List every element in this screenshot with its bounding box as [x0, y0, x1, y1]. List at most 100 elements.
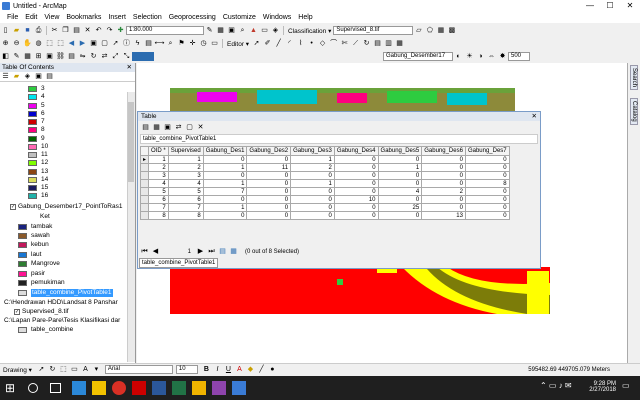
next-record-icon[interactable]: ▶ — [196, 247, 205, 256]
create-viewer-icon[interactable]: ▭ — [210, 39, 219, 48]
pan-icon[interactable]: ✋ — [23, 39, 32, 48]
fill-color-icon[interactable]: ◆ — [246, 365, 255, 374]
layer-combo[interactable]: Gabung_Desember17 — [383, 52, 453, 61]
arctoolbox-icon[interactable]: ▲ — [249, 26, 258, 35]
toc-point-class-item[interactable]: sawah — [18, 232, 50, 240]
table-cell[interactable]: 0 — [202, 211, 248, 220]
row-selector[interactable]: ▸ — [139, 155, 150, 164]
zoom-out-icon[interactable]: ⊖ — [12, 39, 21, 48]
toc-icon[interactable]: ▦ — [216, 26, 225, 35]
menu-windows[interactable]: Windows — [263, 14, 291, 21]
table-cell[interactable]: 0 — [464, 195, 510, 204]
rectify-icon[interactable]: ▣ — [45, 52, 54, 61]
rectangle-icon[interactable]: ▭ — [70, 365, 79, 374]
table-cell[interactable]: 0 — [464, 163, 510, 172]
column-header[interactable]: Gabung_Des2 — [246, 146, 292, 156]
split-icon[interactable]: ⟋ — [351, 39, 360, 48]
fixed-zoom-in-icon[interactable]: ⬚ — [45, 39, 54, 48]
edit-vertices-icon[interactable]: ◇ — [318, 39, 327, 48]
raster-icon[interactable]: ▦ — [23, 52, 32, 61]
select-elements-icon[interactable]: ➚ — [37, 365, 46, 374]
table-cell[interactable]: 0 — [421, 203, 466, 212]
catalog-tab[interactable]: Catalog — [630, 98, 638, 125]
windows-start-icon[interactable]: ⊞ — [5, 381, 19, 395]
table-cell[interactable]: 0 — [377, 155, 423, 164]
table-cell[interactable]: 4 — [148, 179, 169, 188]
table-cell[interactable]: 0 — [246, 211, 292, 220]
classify-icon[interactable]: ▩ — [447, 26, 456, 35]
table-cell[interactable]: 0 — [333, 187, 379, 196]
layer-visibility-checkbox[interactable]: ✓ — [10, 203, 16, 210]
table-cell[interactable]: 8 — [167, 211, 204, 220]
font-size-combo[interactable]: 10 — [175, 365, 198, 374]
table-cell[interactable]: 4 — [377, 187, 423, 196]
find-icon[interactable]: ⌕ — [166, 39, 175, 48]
text-icon[interactable]: A — [81, 365, 90, 374]
transparency-icon[interactable]: ◑ — [476, 52, 485, 61]
table-cell[interactable]: 0 — [333, 155, 379, 164]
table-cell[interactable]: 7 — [148, 203, 169, 212]
classification-dropdown[interactable]: Classification ▾ — [288, 27, 331, 35]
table-cell[interactable]: 8 — [148, 211, 169, 220]
line-color-icon[interactable]: ╱ — [257, 365, 266, 374]
menu-file[interactable]: File — [7, 14, 18, 21]
table-cell[interactable]: 25 — [377, 203, 423, 212]
sketch-icon[interactable]: ✎ — [12, 52, 21, 61]
table-close-icon[interactable]: ✕ — [532, 112, 537, 121]
reshape-icon[interactable]: ⌒ — [329, 39, 338, 48]
toc-class-item[interactable]: 13 — [28, 168, 48, 176]
table-cell[interactable]: 0 — [464, 155, 510, 164]
minimize-button[interactable]: — — [580, 0, 600, 12]
menu-bookmarks[interactable]: Bookmarks — [66, 14, 101, 21]
row-selector[interactable] — [139, 211, 150, 220]
table-cell[interactable]: 0 — [202, 195, 248, 204]
menu-view[interactable]: View — [44, 14, 59, 21]
table-cell[interactable]: 0 — [246, 171, 292, 180]
toc-options-icon[interactable]: ▤ — [45, 72, 54, 81]
menu-insert[interactable]: Insert — [108, 14, 126, 21]
column-header[interactable]: Gabung_Des4 — [333, 146, 379, 156]
copy-icon[interactable]: ❐ — [61, 26, 70, 35]
toc-group-folder[interactable]: C:\Hendrawan HDD\Landsat 8 Panshar — [4, 299, 118, 307]
task-view-icon[interactable] — [50, 383, 61, 393]
chrome-icon[interactable] — [112, 381, 126, 395]
row-selector[interactable] — [139, 203, 150, 212]
cut-icon[interactable]: ✂ — [50, 26, 59, 35]
toc-class-item[interactable]: 16 — [28, 192, 48, 200]
table-cell[interactable]: 5 — [167, 187, 204, 196]
previous-record-icon[interactable]: ◀ — [151, 247, 160, 256]
show-all-records-icon[interactable]: ▤ — [218, 247, 227, 256]
table-cell[interactable]: 5 — [148, 187, 169, 196]
point-icon[interactable]: • — [307, 39, 316, 48]
toc-scrollbar-thumb[interactable] — [128, 102, 134, 182]
end-point-arc-icon[interactable]: ◜ — [285, 39, 294, 48]
modelbuilder-icon[interactable]: ◈ — [271, 26, 280, 35]
marker-color-icon[interactable]: ● — [268, 365, 277, 374]
show-selected-records-icon[interactable]: ▦ — [229, 247, 238, 256]
font-combo[interactable]: Arial — [104, 365, 173, 374]
table-cell[interactable]: 0 — [246, 187, 292, 196]
table-cell[interactable]: 0 — [377, 179, 423, 188]
delete-icon[interactable]: ✕ — [83, 26, 92, 35]
bold-button[interactable]: B — [202, 365, 211, 374]
shift-icon[interactable]: ⇄ — [100, 52, 109, 61]
redo-icon[interactable]: ↷ — [105, 26, 114, 35]
toc-point-class-item[interactable]: pasir — [18, 270, 45, 278]
table-cell[interactable]: 0 — [333, 211, 379, 220]
html-popup-icon[interactable]: ▤ — [144, 39, 153, 48]
draw-polygon-icon[interactable]: ⬠ — [425, 26, 434, 35]
back-extent-icon[interactable]: ◀ — [67, 39, 76, 48]
table-cell[interactable]: 13 — [421, 211, 466, 220]
table-cell[interactable]: 0 — [333, 179, 379, 188]
table-cell[interactable]: 0 — [246, 179, 292, 188]
table-cell[interactable]: 0 — [464, 211, 510, 220]
underline-button[interactable]: U — [224, 365, 233, 374]
table-cell[interactable]: 1 — [377, 163, 423, 172]
table-row[interactable]: 441010008 — [139, 179, 510, 188]
toc-group-layer[interactable]: ✓ Supervised_8.tif — [14, 308, 69, 316]
table-cell[interactable]: 0 — [290, 211, 335, 220]
table-cell[interactable]: 0 — [377, 211, 423, 220]
edit-annotation-icon[interactable]: ✐ — [263, 39, 272, 48]
transform-icon[interactable]: ⤡ — [122, 52, 131, 61]
rotate-raster-icon[interactable]: ↻ — [89, 52, 98, 61]
